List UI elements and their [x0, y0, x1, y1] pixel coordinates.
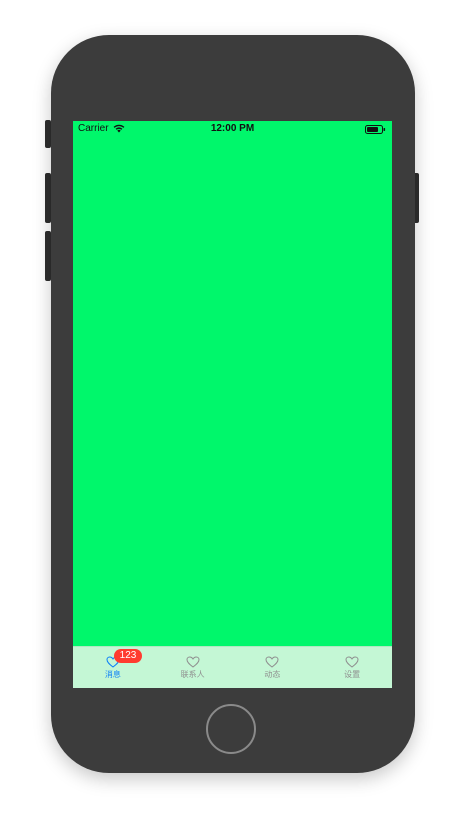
tab-label-settings: 设置	[344, 670, 361, 679]
tab-settings[interactable]: 设置	[312, 647, 392, 688]
heart-outline-icon	[186, 656, 200, 668]
tab-label-messages: 消息	[104, 670, 121, 679]
simulator-stage: Carrier 12:00 PM 消息 123 联系人 动态 设置	[0, 0, 465, 824]
tab-contacts[interactable]: 联系人	[153, 647, 233, 688]
heart-outline-icon	[345, 656, 359, 668]
tab-messages[interactable]: 消息 123	[73, 647, 153, 688]
unread-badge: 123	[114, 649, 142, 663]
tab-label-contacts: 联系人	[180, 670, 205, 679]
status-bar: Carrier 12:00 PM	[73, 121, 392, 137]
home-button[interactable]	[206, 704, 256, 754]
screen: Carrier 12:00 PM 消息 123 联系人 动态 设置	[73, 121, 392, 688]
tab-bar: 消息 123 联系人 动态 设置	[73, 646, 392, 688]
tab-moments[interactable]: 动态	[233, 647, 313, 688]
main-content	[73, 137, 392, 646]
status-time: 12:00 PM	[210, 123, 255, 134]
heart-outline-icon	[265, 656, 279, 668]
tab-label-moments: 动态	[264, 670, 281, 679]
battery-icon	[365, 125, 386, 134]
